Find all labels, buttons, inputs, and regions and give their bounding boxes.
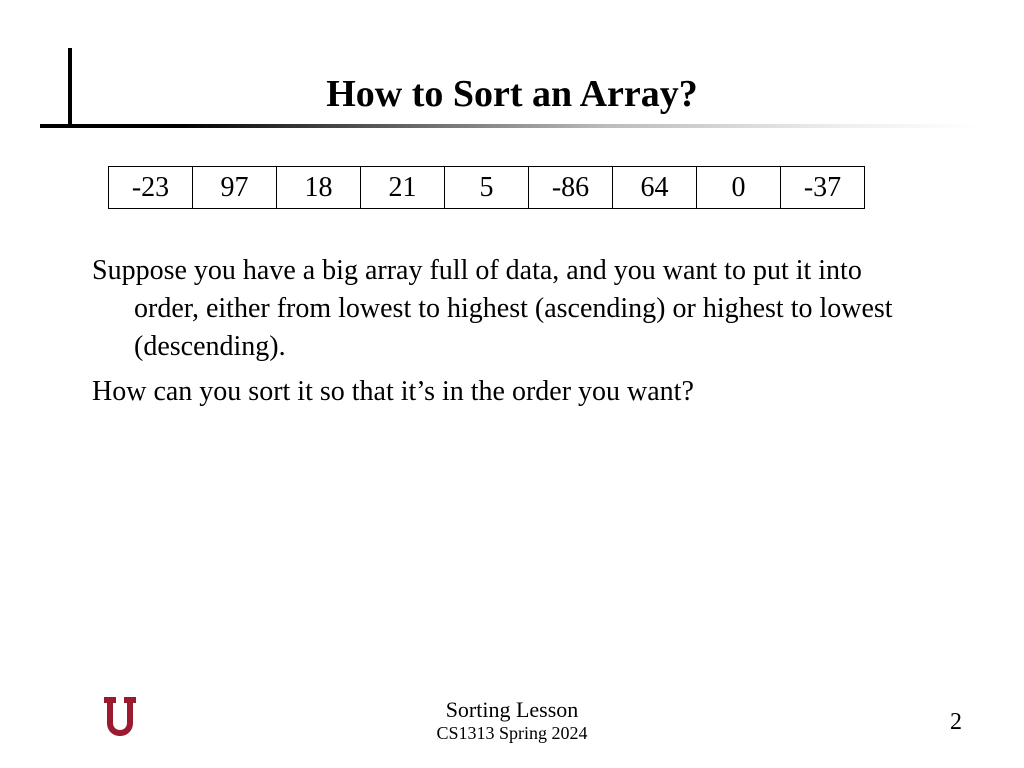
paragraph-1: Suppose you have a big array full of dat… [92, 252, 932, 365]
array-cell: 97 [193, 167, 277, 209]
array-cell: 64 [613, 167, 697, 209]
paragraph-2: How can you sort it so that it’s in the … [92, 373, 932, 411]
page-number: 2 [950, 709, 962, 736]
footer-subtitle: CS1313 Spring 2024 [0, 723, 1024, 744]
slide-title: How to Sort an Array? [0, 72, 1024, 116]
footer-center: Sorting Lesson CS1313 Spring 2024 [0, 697, 1024, 744]
array-row: -23 97 18 21 5 -86 64 0 -37 [109, 167, 865, 209]
array-cell: 18 [277, 167, 361, 209]
array-cell: -86 [529, 167, 613, 209]
array-table: -23 97 18 21 5 -86 64 0 -37 [108, 166, 865, 209]
title-horizontal-rule [40, 124, 980, 128]
array-cell: 5 [445, 167, 529, 209]
array-cell: 0 [697, 167, 781, 209]
footer-title: Sorting Lesson [0, 697, 1024, 723]
body-text: Suppose you have a big array full of dat… [92, 252, 932, 419]
array-cell: -23 [109, 167, 193, 209]
array-cell: -37 [781, 167, 865, 209]
footer: Sorting Lesson CS1313 Spring 2024 2 [0, 690, 1024, 750]
slide: How to Sort an Array? -23 97 18 21 5 -86… [0, 0, 1024, 768]
array-cell: 21 [361, 167, 445, 209]
